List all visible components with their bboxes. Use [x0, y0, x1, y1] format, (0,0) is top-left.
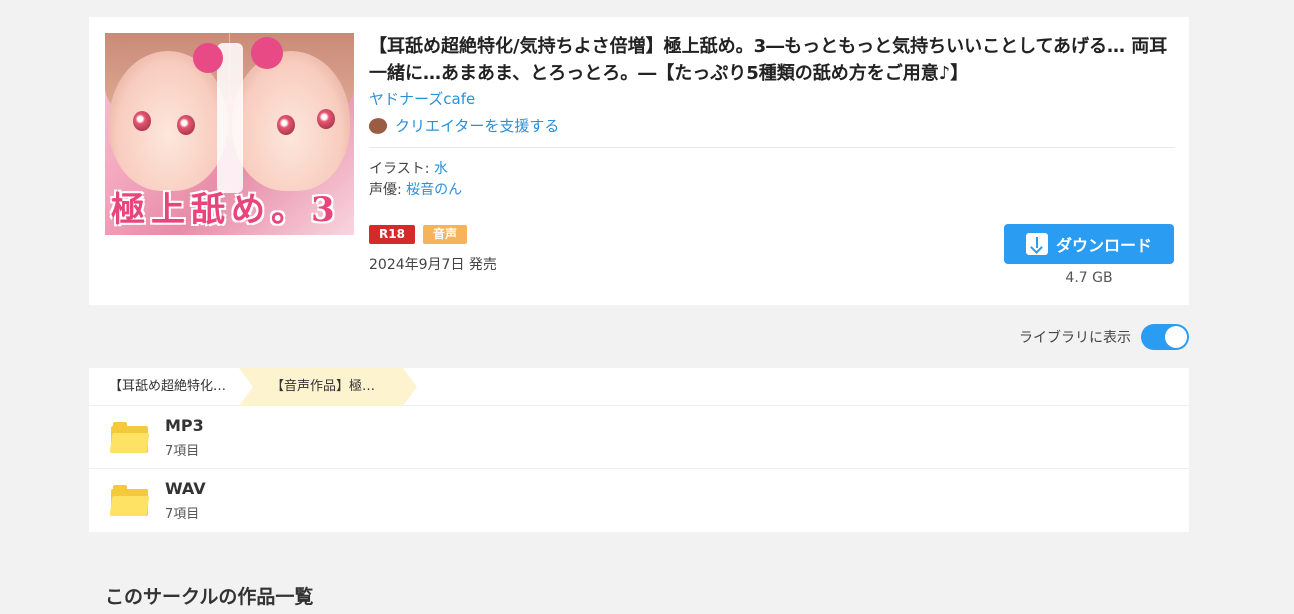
voice-category-badge: 音声	[422, 225, 467, 244]
file-size: 4.7 GB	[1065, 270, 1113, 286]
work-title: 【耳舐め超絶特化/気持ちよさ倍増】極上舐め。3―もっともっと気持ちいいことしてあ…	[369, 36, 1168, 84]
folder-item-count: 7項目	[165, 444, 200, 459]
download-button[interactable]: ダウンロード	[1004, 224, 1174, 264]
cover-image[interactable]: 極上舐め。3	[105, 33, 354, 235]
illustrator-link[interactable]: 水	[434, 161, 448, 177]
folder-row-wav[interactable]: WAV 7項目	[89, 469, 1189, 532]
work-card: 極上舐め。3 【耳舐め超絶特化/気持ちよさ倍増】極上舐め。3―もっともっと気持ち…	[89, 17, 1189, 305]
breadcrumb: 【耳舐め超絶特化… 【音声作品】極…	[89, 368, 1189, 406]
voice-actor-credit: 声優: 桜音のん	[369, 179, 462, 199]
voice-actor-link[interactable]: 桜音のん	[406, 182, 462, 198]
folder-name: WAV	[165, 479, 206, 498]
download-icon	[1025, 233, 1048, 255]
library-toggle-row: ライブラリに表示	[1019, 324, 1189, 350]
folder-name: MP3	[165, 416, 204, 435]
folder-icon	[109, 485, 150, 516]
illustrator-label: イラスト:	[369, 161, 434, 177]
breadcrumb-item-root[interactable]: 【耳舐め超絶特化…	[89, 368, 239, 406]
illustrator-credit: イラスト: 水	[369, 158, 448, 178]
cover-title-logo: 極上舐め。3	[111, 190, 341, 230]
folder-item-count: 7項目	[165, 507, 200, 522]
toggle-knob	[1165, 326, 1187, 348]
support-creator-label: クリエイターを支援する	[395, 117, 560, 135]
circle-works-heading: このサークルの作品一覧	[105, 586, 314, 608]
circle-link[interactable]: ヤドナーズcafe	[369, 88, 475, 109]
voice-actor-label: 声優:	[369, 182, 407, 198]
cover-art-eye	[177, 115, 195, 135]
folder-icon	[109, 422, 150, 453]
release-date: 2024年9月7日 発売	[369, 257, 497, 273]
divider	[369, 147, 1175, 148]
cover-art-badge	[193, 43, 223, 73]
folder-row-mp3[interactable]: MP3 7項目	[89, 406, 1189, 469]
cover-art-eye	[317, 109, 335, 129]
breadcrumb-item-current[interactable]: 【音声作品】極…	[239, 368, 417, 406]
library-toggle-label: ライブラリに表示	[1019, 330, 1131, 346]
download-label: ダウンロード	[1055, 236, 1152, 255]
r18-badge: R18	[369, 225, 415, 244]
cover-art-badge	[251, 37, 283, 69]
file-browser: 【耳舐め超絶特化… 【音声作品】極… MP3 7項目 WAV 7項目	[89, 368, 1189, 532]
tag-list: R18 音声	[369, 225, 467, 244]
support-bean-icon	[366, 114, 390, 137]
library-toggle[interactable]	[1141, 324, 1189, 350]
cover-art-eye	[133, 111, 151, 131]
cover-art-eye	[277, 115, 295, 135]
support-creator-link[interactable]: クリエイターを支援する	[366, 114, 560, 137]
